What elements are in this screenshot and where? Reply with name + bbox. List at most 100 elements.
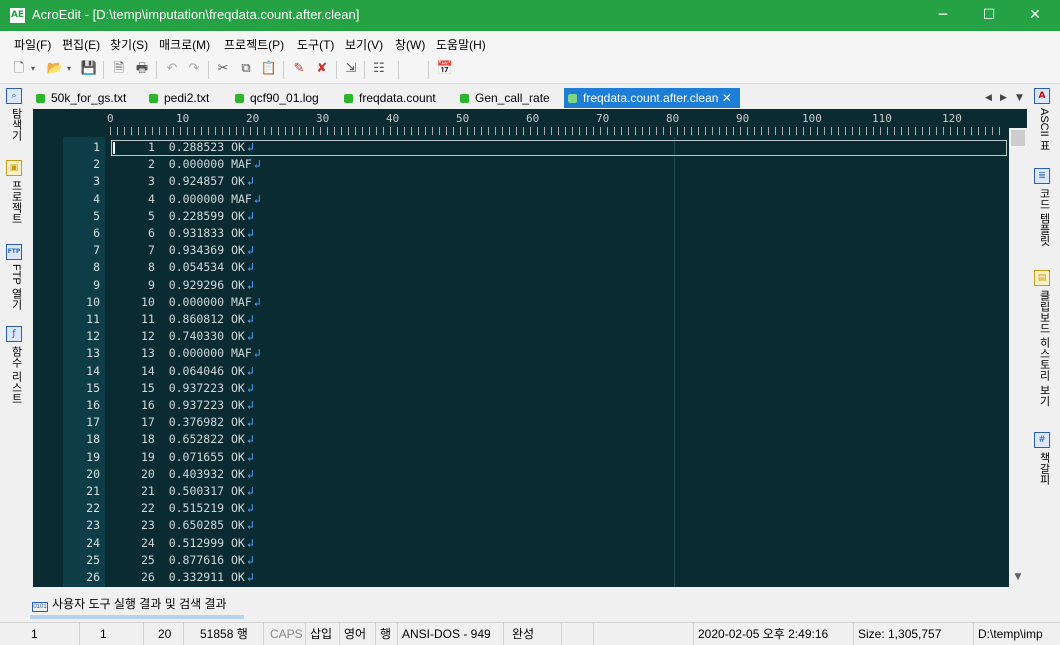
new-file-icon[interactable]: 🗋 — [10, 60, 28, 78]
text-line[interactable]: 20 20 0.403932 OK ↲ — [33, 466, 1009, 483]
open-dropdown-icon[interactable]: ▾ — [64, 60, 74, 78]
maximize-button[interactable]: ☐ — [966, 0, 1012, 31]
output-tab[interactable]: 0101 사용자 도구 실행 결과 및 검색 결과 — [32, 595, 227, 612]
sidebar-item-function-list[interactable]: ƒ 함수 리스트 — [6, 326, 26, 404]
save-icon[interactable]: 💾 — [80, 60, 98, 78]
tab-freqdata-count-after-clean[interactable]: freqdata.count.after.clean ✕ — [564, 88, 740, 108]
cut-icon[interactable]: ✂ — [214, 60, 232, 78]
text-line[interactable]: 8 8 0.054534 OK ↲ — [33, 259, 1009, 276]
menu-window[interactable]: 창(W) — [395, 36, 425, 53]
scrollbar-thumb[interactable] — [1011, 130, 1025, 146]
text-line[interactable]: 23 23 0.650285 OK ↲ — [33, 517, 1009, 534]
redo-icon[interactable]: ↷ — [185, 60, 203, 78]
line-text[interactable]: 22 0.515219 OK ↲ — [141, 500, 254, 517]
line-text[interactable]: 9 0.929296 OK ↲ — [148, 277, 254, 294]
text-line[interactable]: 14 14 0.064046 OK ↲ — [33, 363, 1009, 380]
sidebar-item-ftp[interactable]: FTP FTP 열기 — [6, 244, 26, 310]
line-text[interactable]: 13 0.000000 MAF ↲ — [141, 345, 261, 362]
tab-50k-for-gs[interactable]: 50k_for_gs.txt — [36, 88, 126, 108]
menu-help[interactable]: 도움말(H) — [436, 36, 486, 53]
print-preview-icon[interactable]: 🗎 — [110, 60, 128, 78]
calendar-icon[interactable]: 📅 — [436, 60, 454, 78]
columns-icon[interactable]: ☷ — [370, 60, 388, 78]
line-text[interactable]: 14 0.064046 OK ↲ — [141, 363, 254, 380]
text-line[interactable]: 7 7 0.934369 OK ↲ — [33, 242, 1009, 259]
status-language[interactable]: 영어 — [340, 623, 376, 645]
text-line[interactable]: 22 22 0.515219 OK ↲ — [33, 500, 1009, 517]
tab-gen-call-rate[interactable]: Gen_call_rate — [460, 88, 550, 108]
line-text[interactable]: 25 0.877616 OK ↲ — [141, 552, 254, 569]
line-text[interactable]: 10 0.000000 MAF ↲ — [141, 294, 261, 311]
text-line[interactable]: 17 17 0.376982 OK ↲ — [33, 414, 1009, 431]
sidebar-item-explorer[interactable]: ⌕ 탐색기 — [6, 88, 26, 141]
menu-find[interactable]: 찾기(S) — [110, 36, 148, 53]
tab-freqdata-count[interactable]: freqdata.count — [344, 88, 436, 108]
tab-list-icon[interactable]: ▼ — [1016, 88, 1023, 108]
line-text[interactable]: 18 0.652822 OK ↲ — [141, 431, 254, 448]
menu-edit[interactable]: 편집(E) — [62, 36, 100, 53]
line-text[interactable]: 3 0.924857 OK ↲ — [148, 173, 254, 190]
line-text[interactable]: 17 0.376982 OK ↲ — [141, 414, 254, 431]
text-line[interactable]: 11 11 0.860812 OK ↲ — [33, 311, 1009, 328]
line-text[interactable]: 8 0.054534 OK ↲ — [148, 259, 254, 276]
line-text[interactable]: 5 0.228599 OK ↲ — [148, 208, 254, 225]
line-text[interactable]: 16 0.937223 OK ↲ — [141, 397, 254, 414]
line-text[interactable]: 26 0.332911 OK ↲ — [141, 569, 254, 586]
text-line[interactable]: 24 24 0.512999 OK ↲ — [33, 535, 1009, 552]
goto-icon[interactable]: ⇲ — [342, 60, 360, 78]
tab-scroll-right-icon[interactable]: ▶ — [1000, 88, 1007, 108]
text-line[interactable]: 18 18 0.652822 OK ↲ — [33, 431, 1009, 448]
text-line[interactable]: 21 21 0.500317 OK ↲ — [33, 483, 1009, 500]
text-line[interactable]: 26 26 0.332911 OK ↲ — [33, 569, 1009, 586]
text-editor[interactable]: 0 10 20 30 40 50 60 70 80 90 100 110 120… — [33, 109, 1027, 587]
line-text[interactable]: 23 0.650285 OK ↲ — [141, 517, 254, 534]
line-text[interactable]: 1 0.288523 OK ↲ — [148, 139, 254, 156]
line-text[interactable]: 4 0.000000 MAF ↲ — [148, 191, 261, 208]
sidebar-item-project[interactable]: ▣ 프로젝트 — [6, 160, 26, 224]
line-text[interactable]: 21 0.500317 OK ↲ — [141, 483, 254, 500]
line-text[interactable]: 7 0.934369 OK ↲ — [148, 242, 254, 259]
tab-qcf90-01[interactable]: qcf90_01.log — [235, 88, 319, 108]
text-line[interactable]: 12 12 0.740330 OK ↲ — [33, 328, 1009, 345]
text-line[interactable]: 16 16 0.937223 OK ↲ — [33, 397, 1009, 414]
paste-icon[interactable]: 📋 — [260, 60, 278, 78]
text-line[interactable]: 19 19 0.071655 OK ↲ — [33, 449, 1009, 466]
line-text[interactable]: 20 0.403932 OK ↲ — [141, 466, 254, 483]
text-line[interactable]: 1 1 0.288523 OK ↲ — [33, 139, 1009, 156]
text-line[interactable]: 5 5 0.228599 OK ↲ — [33, 208, 1009, 225]
line-text[interactable]: 19 0.071655 OK ↲ — [141, 449, 254, 466]
tab-pedi2[interactable]: pedi2.txt — [149, 88, 209, 108]
status-insert-mode[interactable]: 삽입 — [306, 623, 340, 645]
open-folder-icon[interactable]: 📂 — [46, 60, 64, 78]
line-text[interactable]: 6 0.931833 OK ↲ — [148, 225, 254, 242]
vertical-scrollbar[interactable]: ▼ — [1009, 128, 1027, 587]
line-text[interactable]: 24 0.512999 OK ↲ — [141, 535, 254, 552]
text-line[interactable]: 9 9 0.929296 OK ↲ — [33, 277, 1009, 294]
copy-icon[interactable]: ⧉ — [237, 60, 255, 78]
menu-project[interactable]: 프로젝트(P) — [224, 36, 284, 53]
menu-tools[interactable]: 도구(T) — [297, 36, 334, 53]
sidebar-item-clipboard-history[interactable]: ▤ 클립보드 히스토리 보기 — [1034, 270, 1054, 406]
menu-view[interactable]: 보기(V) — [345, 36, 383, 53]
menu-file[interactable]: 파일(F) — [14, 36, 51, 53]
status-encoding[interactable]: ANSI-DOS - 949 — [398, 623, 504, 645]
marker-icon[interactable]: ✎ — [290, 60, 308, 78]
undo-icon[interactable]: ↶ — [163, 60, 181, 78]
line-text[interactable]: 2 0.000000 MAF ↲ — [148, 156, 261, 173]
line-text[interactable]: 12 0.740330 OK ↲ — [141, 328, 254, 345]
text-line[interactable]: 3 3 0.924857 OK ↲ — [33, 173, 1009, 190]
new-dropdown-icon[interactable]: ▾ — [28, 60, 38, 78]
minimize-button[interactable]: ─ — [920, 0, 966, 31]
tab-close-icon[interactable]: ✕ — [722, 91, 732, 105]
text-line[interactable]: 15 15 0.937223 OK ↲ — [33, 380, 1009, 397]
text-line[interactable]: 13 13 0.000000 MAF ↲ — [33, 345, 1009, 362]
line-text[interactable]: 15 0.937223 OK ↲ — [141, 380, 254, 397]
scroll-down-icon[interactable]: ▼ — [1009, 572, 1027, 582]
tab-scroll-left-icon[interactable]: ◀ — [985, 88, 992, 108]
text-line[interactable]: 10 10 0.000000 MAF ↲ — [33, 294, 1009, 311]
close-button[interactable]: ✕ — [1012, 0, 1058, 31]
text-line[interactable]: 25 25 0.877616 OK ↲ — [33, 552, 1009, 569]
print-icon[interactable]: 🖶 — [133, 60, 151, 78]
clear-marker-icon[interactable]: ✘ — [313, 60, 331, 78]
sidebar-item-code-template[interactable]: ≣ 코드 템플릿 — [1034, 168, 1054, 246]
